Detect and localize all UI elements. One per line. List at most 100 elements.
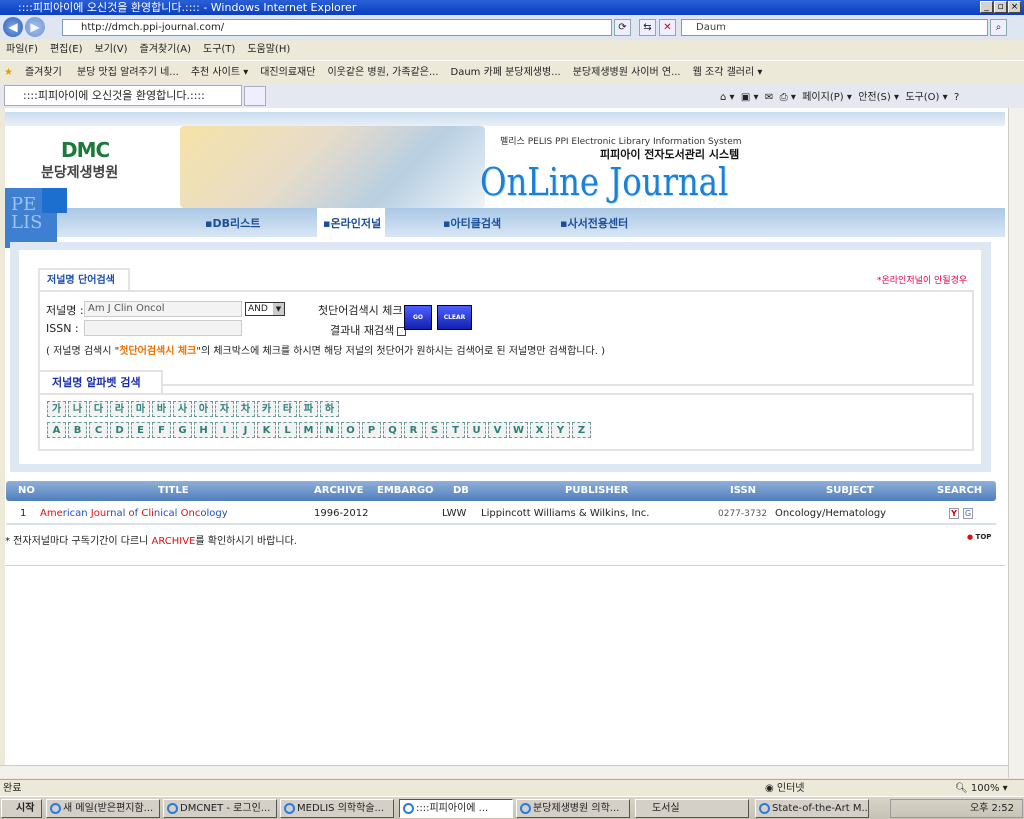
search-y-button[interactable]: Y: [949, 508, 959, 519]
hospital-logo[interactable]: DMC 분당제생병원: [41, 138, 118, 182]
search-g-button[interactable]: G: [963, 508, 973, 519]
alphabet-key-J[interactable]: J: [236, 422, 255, 438]
alphabet-key-카[interactable]: 카: [257, 401, 276, 417]
nav-article-search[interactable]: ▪아티클검색: [443, 215, 501, 231]
compat-button[interactable]: ⇆: [639, 19, 656, 36]
favorites-button[interactable]: 즐겨찾기: [25, 67, 62, 78]
safety-menu[interactable]: 안전(S) ▾: [858, 92, 899, 103]
page-menu[interactable]: 페이지(P) ▾: [802, 92, 852, 103]
alphabet-key-D[interactable]: D: [110, 422, 129, 438]
top-link[interactable]: ● TOP: [967, 533, 991, 541]
close-window-button[interactable]: ×: [1008, 1, 1021, 13]
favorite-link[interactable]: 분당제생병원 사이버 연...: [573, 67, 681, 78]
alphabet-key-U[interactable]: U: [467, 422, 486, 438]
vertical-scrollbar[interactable]: [1008, 108, 1024, 778]
taskbar-item[interactable]: 새 메일(받은편지함...: [46, 799, 160, 818]
alphabet-key-I[interactable]: I: [215, 422, 234, 438]
alphabet-key-L[interactable]: L: [278, 422, 297, 438]
alphabet-key-가[interactable]: 가: [47, 401, 66, 417]
alphabet-key-G[interactable]: G: [173, 422, 192, 438]
alphabet-key-A[interactable]: A: [47, 422, 66, 438]
alphabet-key-O[interactable]: O: [341, 422, 360, 438]
taskbar-item-active[interactable]: ::::피피아이에 ...: [399, 799, 513, 818]
minimize-button[interactable]: _: [980, 1, 993, 13]
alphabet-key-E[interactable]: E: [131, 422, 150, 438]
menu-tools[interactable]: 도구(T): [203, 44, 235, 55]
taskbar-item[interactable]: 분당제생병원 의학...: [516, 799, 630, 818]
favorite-link[interactable]: 대진의료재단: [260, 67, 315, 78]
maximize-button[interactable]: ▫: [994, 1, 1007, 13]
alphabet-key-W[interactable]: W: [509, 422, 528, 438]
tools-menu[interactable]: 도구(O) ▾: [905, 92, 947, 103]
taskbar-item[interactable]: MEDLIS 의학학술...: [280, 799, 394, 818]
alphabet-key-N[interactable]: N: [320, 422, 339, 438]
feeds-icon[interactable]: ▣ ▾: [741, 92, 759, 103]
start-button[interactable]: 시작: [1, 799, 42, 818]
operator-select[interactable]: AND ▼: [245, 302, 285, 316]
taskbar-item[interactable]: 도서실: [635, 799, 749, 818]
help-icon[interactable]: ?: [954, 92, 959, 103]
new-tab-button[interactable]: [244, 86, 266, 106]
taskbar-item[interactable]: DMCNET - 로그인...: [163, 799, 277, 818]
zoom-control[interactable]: 🔍︎ 100% ▾: [955, 780, 1008, 797]
refresh-button[interactable]: ⟳: [614, 19, 631, 36]
menu-favorites[interactable]: 즐겨찾기(A): [140, 44, 191, 55]
alphabet-key-마[interactable]: 마: [131, 401, 150, 417]
alphabet-key-타[interactable]: 타: [278, 401, 297, 417]
journal-input[interactable]: Am J Clin Oncol: [84, 301, 242, 317]
online-journal-help-link[interactable]: *온라인저널이 안될경우: [877, 273, 967, 286]
nav-db-list[interactable]: ▪DB리스트: [205, 215, 260, 231]
back-button[interactable]: ◀: [3, 17, 23, 37]
alphabet-key-다[interactable]: 다: [89, 401, 108, 417]
favorite-link[interactable]: 추천 사이트 ▾: [191, 67, 248, 78]
favorite-link[interactable]: 웹 조각 갤러리 ▾: [693, 67, 763, 78]
alphabet-key-Q[interactable]: Q: [383, 422, 402, 438]
browser-tab[interactable]: ::::피피아이에 오신것을 환영합니다.::::: [4, 85, 242, 106]
search-input[interactable]: Daum: [681, 19, 988, 36]
mail-icon[interactable]: ✉: [765, 92, 773, 103]
alphabet-key-Y[interactable]: Y: [551, 422, 570, 438]
alphabet-key-나[interactable]: 나: [68, 401, 87, 417]
menu-file[interactable]: 파일(F): [6, 44, 38, 55]
alphabet-key-자[interactable]: 자: [215, 401, 234, 417]
alphabet-key-차[interactable]: 차: [236, 401, 255, 417]
alphabet-key-X[interactable]: X: [530, 422, 549, 438]
horizontal-scrollbar[interactable]: [0, 765, 1008, 778]
alphabet-key-라[interactable]: 라: [110, 401, 129, 417]
alphabet-key-K[interactable]: K: [257, 422, 276, 438]
alphabet-key-C[interactable]: C: [89, 422, 108, 438]
favorite-link[interactable]: Daum 카페 분당제생병...: [451, 67, 561, 78]
journal-title-link[interactable]: American Journal of Clinical Oncology: [40, 503, 228, 525]
alphabet-key-Z[interactable]: Z: [572, 422, 591, 438]
alphabet-key-S[interactable]: S: [425, 422, 444, 438]
nav-librarian-center[interactable]: ▪사서전용센터: [560, 215, 628, 231]
taskbar-item[interactable]: State-of-the-Art M...: [755, 799, 869, 818]
clear-button[interactable]: CLEAR: [437, 305, 472, 330]
forward-button[interactable]: ▶: [25, 17, 45, 37]
alphabet-key-H[interactable]: H: [194, 422, 213, 438]
home-icon[interactable]: ⌂ ▾: [720, 92, 735, 103]
alphabet-key-파[interactable]: 파: [299, 401, 318, 417]
alphabet-key-바[interactable]: 바: [152, 401, 171, 417]
go-button[interactable]: GO: [404, 305, 432, 330]
alphabet-key-F[interactable]: F: [152, 422, 171, 438]
alphabet-key-P[interactable]: P: [362, 422, 381, 438]
tab-alphabet-search[interactable]: 저널명 알파벳 검색: [38, 370, 163, 394]
alphabet-key-사[interactable]: 사: [173, 401, 192, 417]
tab-word-search[interactable]: 저널명 단어검색: [38, 268, 130, 292]
search-icon[interactable]: ⌕: [990, 19, 1007, 36]
alphabet-key-아[interactable]: 아: [194, 401, 213, 417]
alphabet-key-V[interactable]: V: [488, 422, 507, 438]
alphabet-key-T[interactable]: T: [446, 422, 465, 438]
alphabet-key-하[interactable]: 하: [320, 401, 339, 417]
menu-view[interactable]: 보기(V): [95, 44, 128, 55]
nav-online-journal[interactable]: ▪온라인저널: [323, 215, 381, 231]
alphabet-key-R[interactable]: R: [404, 422, 423, 438]
favorite-link[interactable]: 이웃같은 병원, 가족같은...: [327, 67, 438, 78]
stop-button[interactable]: ✕: [659, 19, 676, 36]
alphabet-key-M[interactable]: M: [299, 422, 318, 438]
menu-help[interactable]: 도움말(H): [247, 44, 290, 55]
address-input[interactable]: http://dmch.ppi-journal.com/: [62, 19, 612, 36]
issn-input[interactable]: [84, 320, 242, 336]
menu-edit[interactable]: 편집(E): [50, 44, 83, 55]
